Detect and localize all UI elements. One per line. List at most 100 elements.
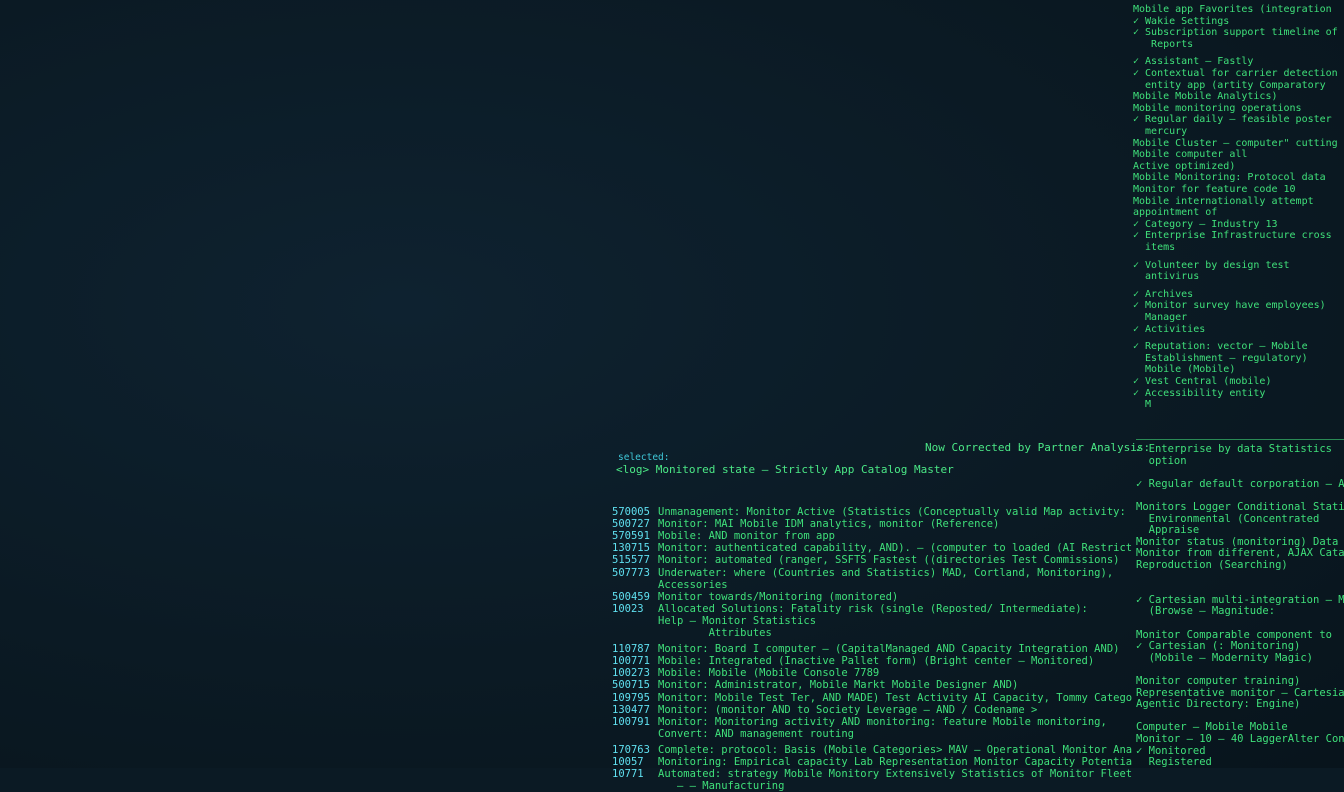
- log-row-text: Mobile: Integrated (Inactive Pallet form…: [658, 655, 1095, 668]
- log-prompt[interactable]: <log> Monitored state — Strictly App Cat…: [616, 463, 954, 476]
- sidebar-log-line: Reports: [1133, 38, 1194, 50]
- sidebar-log-line: ✓ Volunteer by design test: [1133, 259, 1290, 271]
- side-log-line: Agentic Directory: Engine): [1136, 698, 1301, 711]
- side-log-line: ✓ Enterprise by data Statistics: [1136, 443, 1332, 455]
- log-row-id: 500715: [612, 679, 650, 692]
- log-row-text: Monitor: MAI Mobile IDM analytics, monit…: [658, 518, 1000, 531]
- log-row[interactable]: 110787 Monitor: Board I computer — (Capit…: [612, 643, 1132, 655]
- side-log-line: Registered: [1136, 756, 1212, 769]
- sidebar-log-line: ✓ Regular daily — feasible poster: [1133, 114, 1332, 126]
- log-row[interactable]: 100273 Mobile: Mobile (Mobile Console 778…: [612, 667, 1132, 679]
- sidebar-log-line: ✓ Enterprise Infrastructure cross: [1133, 230, 1332, 242]
- sidebar-log-line: ✓ Archives: [1133, 288, 1194, 300]
- sidebar-log-line: ✓ Contextual for carrier detection: [1133, 68, 1338, 79]
- log-row-id: 100771: [612, 655, 650, 668]
- log-row-text: Monitor: Mobile Test Ter, AND MADE) Test…: [658, 691, 1132, 704]
- log-row-text: Monitor: Board I computer — (CapitalMana…: [658, 643, 1120, 656]
- log-row[interactable]: 100771 Mobile: Integrated (Inactive Palle…: [612, 655, 1132, 667]
- sidebar-log-line: antivirus: [1133, 271, 1200, 283]
- log-row[interactable]: 500715 Monitor: Administrator, Mobile Mar…: [612, 679, 1132, 691]
- log-row-text: Accessories: [658, 578, 728, 591]
- side-log-line: ✓ Regular default corporation — AI: [1136, 477, 1344, 490]
- sidebar-log-line: Monitor for feature code 10: [1133, 184, 1296, 195]
- pane-divider: [1136, 439, 1344, 440]
- sidebar-log-line: M: [1133, 399, 1152, 411]
- log-row[interactable]: 10771 Automated: strategy Mobile Monitory…: [612, 768, 1132, 780]
- side-log-line: Representative monitor — Cartesian: [1136, 686, 1344, 699]
- side-log-line: Computer — Mobile Mobile: [1136, 721, 1288, 734]
- sidebar-log-line: Manager: [1133, 312, 1188, 323]
- sidebar-log-line: ✓ Wakie Settings: [1133, 15, 1230, 27]
- sidebar-log-line: appointment of: [1133, 207, 1218, 219]
- log-row[interactable]: Help — Monitor Statistics: [612, 615, 1132, 627]
- log-row-id: 10023: [612, 602, 644, 615]
- log-row-text: Monitor: Monitoring activity AND monitor…: [658, 715, 1107, 728]
- sidebar-log-line: Establishment — regulatory): [1133, 352, 1308, 364]
- log-row-id: 570591: [612, 530, 650, 543]
- right-log-pane[interactable]: Mobile app Favorites (integration ✓ Wakie…: [1133, 0, 1344, 440]
- side-log-line: Monitors Logger Conditional Statistics: [1136, 501, 1344, 513]
- log-row[interactable]: Convert: AND management routing: [612, 728, 1132, 740]
- log-row-id: 110787: [612, 643, 650, 656]
- log-row[interactable]: 515577 Monitor: automated (ranger, SSFTS …: [612, 554, 1132, 566]
- sidebar-log-line: ✓ Monitor survey have employees): [1133, 300, 1326, 312]
- log-row[interactable]: 130477 Monitor: (monitor AND to Society L…: [612, 704, 1132, 716]
- side-log-line: Monitor from different, AJAX Catalog: [1136, 547, 1344, 560]
- side-log-line: option: [1136, 454, 1187, 467]
- log-row-text: — — Manufacturing: [658, 780, 785, 792]
- log-row[interactable]: 10057 Monitoring: Empirical capacity Lab …: [612, 756, 1132, 768]
- log-row[interactable]: 100791 Monitor: Monitoring activity AND m…: [612, 716, 1132, 728]
- log-row[interactable]: 570591 Mobile: AND monitor from app: [612, 530, 1132, 542]
- log-row-id: 10057: [612, 756, 644, 768]
- log-row[interactable]: 507773 Underwater: where (Countries and S…: [612, 567, 1132, 579]
- side-log-line: Environmental (Concentrated: [1136, 512, 1320, 525]
- side-log-line: (Mobile — Modernity Magic): [1136, 651, 1314, 664]
- log-row-id: 130715: [612, 542, 650, 555]
- log-row-text: Monitor: automated (ranger, SSFTS Fastes…: [658, 554, 1120, 567]
- log-row-id: 515577: [612, 554, 650, 567]
- log-row-text: Mobile: AND monitor from app: [658, 530, 836, 543]
- sidebar-log-line: ✓ Activities: [1133, 323, 1206, 335]
- log-row-text: Underwater: where (Countries and Statist…: [658, 566, 1114, 579]
- sidebar-log-line: Mobile Mobile Analytics): [1133, 91, 1278, 103]
- side-log-line: Reproduction (Searching): [1136, 559, 1288, 571]
- log-row-text: Unmanagement: Monitor Active (Statistics…: [658, 506, 1126, 518]
- log-row-text: Complete: protocol: Basis (Mobile Catego…: [658, 743, 1132, 756]
- sidebar-log-line: Mobile app Favorites (integration: [1133, 4, 1332, 15]
- side-log-line: Monitor computer training): [1136, 675, 1301, 687]
- sidebar-log-line: entity app (artity Comparatory: [1133, 79, 1326, 91]
- log-row[interactable]: Accessories: [612, 579, 1132, 591]
- log-row-text: Monitor: Administrator, Mobile Markt Mob…: [658, 679, 1019, 692]
- log-row-text: Mobile: Mobile (Mobile Console 7789: [658, 667, 880, 680]
- sidebar-log-line: mercury: [1133, 126, 1188, 137]
- log-row[interactable]: 109795 Monitor: Mobile Test Ter, AND MADE…: [612, 692, 1132, 704]
- sidebar-log-line: ✓ Vest Central (mobile): [1133, 376, 1272, 387]
- sidebar-log-line: ✓ Category — Industry 13: [1133, 218, 1278, 230]
- sidebar-log-line: ✓ Accessibility entity: [1133, 387, 1266, 399]
- sidebar-log-line: Mobile internationally attempt: [1133, 195, 1314, 207]
- log-row-text: Monitoring: Empirical capacity Lab Repre…: [658, 756, 1132, 768]
- log-row-text: Help — Monitor Statistics: [658, 614, 817, 627]
- log-row-text: Convert: AND management routing: [658, 727, 854, 740]
- log-row[interactable]: 500459 Monitor towards/Monitoring (monito…: [612, 591, 1132, 603]
- log-row-id: 500459: [612, 590, 650, 603]
- sidebar-log-line: Mobile (Mobile): [1133, 364, 1236, 376]
- log-row[interactable]: 170763 Complete: protocol: Basis (Mobile …: [612, 744, 1132, 756]
- log-row-id: 10771: [612, 768, 644, 781]
- side-log-line: Appraise: [1136, 524, 1200, 537]
- log-row[interactable]: 10023 Allocated Solutions: Fatality risk …: [612, 603, 1132, 615]
- log-row[interactable]: 130715 Monitor: authenticated capability,…: [612, 542, 1132, 554]
- log-row-text: Allocated Solutions: Fatality risk (sing…: [658, 602, 1088, 615]
- log-row-text: Monitor: (monitor AND to Society Leverag…: [658, 703, 1038, 716]
- side-log-line: ✓ Cartesian multi-integration — Mob: [1136, 593, 1344, 606]
- log-row-id: 170763: [612, 743, 650, 756]
- side-log-line: Monitor Comparable component to: [1136, 628, 1332, 641]
- log-row[interactable]: 500727 Monitor: MAI Mobile IDM analytics,…: [612, 518, 1132, 530]
- log-row[interactable]: — — Manufacturing: [612, 780, 1132, 792]
- side-log-line: ✓ Monitored: [1136, 744, 1206, 757]
- sidebar-log-line: items: [1133, 242, 1176, 253]
- sidebar-log-line: Mobile Cluster — computer" cutting: [1133, 137, 1338, 149]
- side-log-line: (Browse — Magnitude:: [1136, 605, 1276, 618]
- log-row[interactable]: Attributes: [612, 627, 1132, 639]
- log-row[interactable]: 570005 Unmanagement: Monitor Active (Stat…: [612, 506, 1132, 518]
